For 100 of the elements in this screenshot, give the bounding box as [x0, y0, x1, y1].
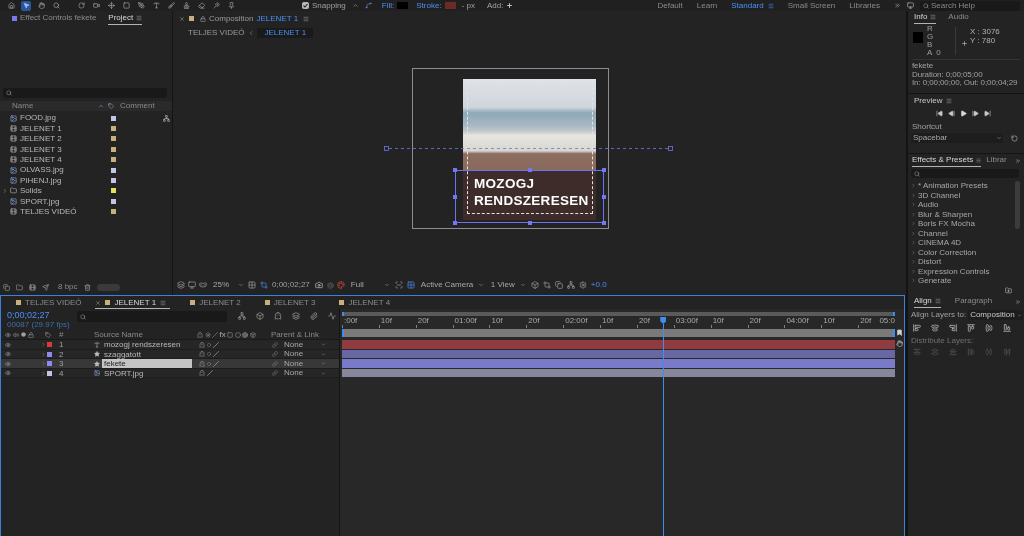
resize-handle[interactable]: [602, 194, 606, 199]
layer-row[interactable]: 3 fekete None: [1, 359, 339, 369]
resolution-dropdown[interactable]: Full: [348, 280, 391, 290]
menu-icon[interactable]: [160, 299, 167, 306]
workspace-tab[interactable]: Learn: [696, 0, 718, 11]
panel-tab[interactable]: Project: [108, 12, 143, 25]
align-right-icon[interactable]: [949, 324, 957, 332]
circle-icon[interactable]: [207, 342, 211, 347]
parent-dropdown[interactable]: None: [282, 359, 327, 368]
link-icon[interactable]: [272, 341, 278, 348]
file-name[interactable]: PIHENJ.jpg: [20, 175, 108, 186]
menu-icon[interactable]: [934, 298, 941, 304]
menu-icon[interactable]: [976, 157, 982, 163]
cube-icon[interactable]: [249, 331, 256, 338]
arrow-pointer-icon[interactable]: [21, 0, 31, 11]
paper-plane-icon[interactable]: [42, 283, 49, 291]
view-layout-dropdown[interactable]: 1 View: [488, 280, 527, 290]
reset-icon[interactable]: [1011, 134, 1018, 142]
align-target-dropdown[interactable]: Composition: [968, 310, 1024, 320]
skip-forward-icon[interactable]: [984, 109, 991, 117]
link-icon[interactable]: [272, 351, 278, 357]
file-name[interactable]: Solids: [20, 186, 108, 196]
label-color-swatch[interactable]: [111, 178, 116, 184]
effect-category[interactable]: Color Correction: [911, 247, 1015, 257]
camera-icon[interactable]: [314, 281, 323, 289]
resize-handle[interactable]: [453, 194, 457, 199]
panel-tab[interactable]: Paragraph: [954, 295, 993, 308]
label-color-swatch[interactable]: [111, 209, 116, 215]
selection-bounding-box[interactable]: [455, 170, 604, 223]
letter-t-icon[interactable]: [151, 0, 161, 11]
column-header[interactable]: #: [59, 330, 64, 340]
file-name[interactable]: OLVASS.jpg: [20, 165, 108, 175]
align-bottom-icon[interactable]: [1003, 324, 1011, 332]
bit-depth-button[interactable]: 8 bpc: [58, 282, 78, 292]
panel-tab[interactable]: Effect Controls fekete: [12, 12, 97, 25]
hand-icon[interactable]: [36, 0, 46, 11]
current-time[interactable]: 0;00;02;27: [7, 310, 75, 320]
plus-icon[interactable]: [506, 2, 514, 9]
chevron-icon[interactable]: [2, 187, 8, 194]
caret-icon[interactable]: [238, 282, 244, 288]
effect-category[interactable]: 3D Channel: [911, 190, 1015, 200]
search-icon[interactable]: [914, 170, 920, 177]
skip-back-icon[interactable]: [936, 109, 943, 117]
trash-icon[interactable]: [83, 283, 91, 291]
parent-dropdown[interactable]: None: [282, 368, 327, 378]
align-middle-icon[interactable]: [985, 324, 993, 332]
effect-category[interactable]: Expression Controls: [911, 266, 1015, 276]
effect-category[interactable]: Channel: [911, 228, 1015, 238]
caret-icon[interactable]: [383, 282, 390, 288]
layers-icon[interactable]: [292, 312, 300, 320]
ghost-icon[interactable]: [199, 370, 205, 376]
cube-icon[interactable]: [256, 312, 264, 320]
file-name[interactable]: SPORT.jpg: [20, 196, 108, 207]
file-name[interactable]: JELENET 1: [20, 123, 108, 134]
align-center-icon[interactable]: [931, 324, 939, 332]
lock-icon[interactable]: [200, 15, 206, 22]
panel-tab[interactable]: Audio: [948, 11, 969, 24]
column-header[interactable]: Comment: [120, 101, 155, 111]
copy-icon[interactable]: [554, 281, 563, 289]
workspace-tab[interactable]: Standard: [731, 0, 764, 11]
composition-tab[interactable]: JELENET 1: [95, 297, 171, 309]
color-swatch[interactable]: [397, 2, 409, 9]
effect-category[interactable]: * Animation Presets: [911, 181, 1015, 191]
distribute-right-icon[interactable]: [1003, 348, 1011, 356]
file-name[interactable]: TELJES VIDEÓ: [20, 206, 108, 217]
video-camera-icon[interactable]: [91, 0, 101, 11]
label-color-swatch[interactable]: [111, 167, 116, 173]
monitor-icon[interactable]: [188, 281, 196, 289]
caret-icon[interactable]: [996, 135, 1002, 141]
move-icon[interactable]: [106, 0, 116, 11]
label-color-swatch[interactable]: [47, 361, 52, 366]
ghost-icon[interactable]: [197, 331, 203, 338]
magnifier-icon[interactable]: [51, 0, 61, 11]
search-field[interactable]: [911, 169, 1019, 178]
layer-name[interactable]: szaggatott: [102, 349, 192, 359]
ghost-icon[interactable]: [274, 312, 282, 320]
sun-icon[interactable]: [204, 331, 211, 338]
eraser-icon[interactable]: [196, 0, 206, 11]
resize-handle[interactable]: [527, 168, 532, 172]
composition-tab[interactable]: JELENET 4: [329, 297, 395, 309]
distribute-middle-icon[interactable]: [931, 348, 939, 356]
layer-bar[interactable]: [342, 349, 895, 358]
tag-icon[interactable]: [45, 331, 51, 338]
workspace-tab[interactable]: Small Screen: [787, 0, 836, 11]
menu-icon[interactable]: [136, 15, 143, 21]
composition-tab[interactable]: JELENET 3: [254, 297, 320, 309]
workspace-tab[interactable]: Libraries: [849, 0, 880, 11]
column-header[interactable]: Source Name: [94, 330, 143, 340]
color-swatch[interactable]: [444, 2, 456, 9]
search-icon[interactable]: [923, 2, 929, 9]
aperture-icon[interactable]: [242, 331, 249, 338]
file-name[interactable]: JELENET 4: [20, 154, 108, 165]
breadcrumb[interactable]: TELJES VIDEÓ: [188, 27, 245, 38]
label-color-swatch[interactable]: [111, 188, 116, 194]
circle-icon[interactable]: [207, 352, 211, 356]
layer-name[interactable]: mozogj rendszeresen: [102, 340, 192, 349]
effects-switch-header[interactable]: fx: [219, 330, 226, 340]
layer-row[interactable]: 1 mozogj rendszeresen None: [1, 340, 339, 350]
more-icon[interactable]: [1015, 157, 1021, 164]
pin-icon[interactable]: [226, 0, 236, 11]
